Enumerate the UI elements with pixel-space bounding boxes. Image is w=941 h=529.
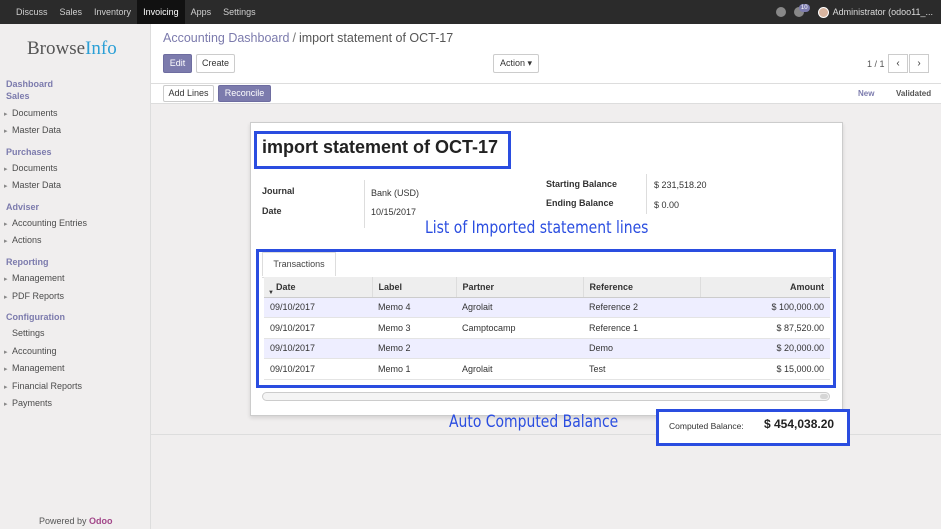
- journal-value[interactable]: Bank (USD): [371, 188, 419, 198]
- sidebar-item-settings[interactable]: Settings: [12, 328, 45, 338]
- breadcrumb-current: import statement of OCT-17: [298, 31, 454, 45]
- journal-label: Journal: [262, 186, 295, 196]
- caret-right-icon: ▸: [4, 111, 8, 118]
- messages-icon[interactable]: 10: [793, 4, 810, 17]
- date-label: Date: [262, 206, 282, 216]
- breadcrumb-separator: /: [292, 31, 296, 45]
- powered-by[interactable]: Powered by Odoo: [39, 516, 113, 526]
- reconcile-button[interactable]: Reconcile: [218, 85, 271, 102]
- sidebar-item-actions[interactable]: ▸ Actions: [4, 235, 42, 245]
- breadcrumb-parent[interactable]: Accounting Dashboard: [163, 31, 289, 45]
- control-panel: Accounting Dashboard / import statement of…: [151, 24, 941, 84]
- sidebar-heading-dashboard[interactable]: Dashboard: [6, 79, 53, 89]
- table-highlight-box: [256, 249, 836, 388]
- menu-discuss[interactable]: Discuss: [10, 0, 54, 24]
- ending-balance-value[interactable]: $ 0.00: [654, 200, 679, 210]
- pager-previous-button[interactable]: ‹: [888, 54, 908, 73]
- caret-right-icon: ▸: [4, 183, 8, 190]
- user-name: Administrator (odoo11_...: [832, 7, 933, 17]
- caret-right-icon: ▸: [4, 294, 8, 301]
- chevron-right-icon: ›: [917, 58, 921, 69]
- sidebar-item-financial-reports[interactable]: ▸ Financial Reports: [4, 381, 82, 391]
- sidebar-heading-reporting: Reporting: [6, 257, 49, 267]
- action-dropdown[interactable]: Action ▾: [493, 54, 539, 73]
- app-menu: Discuss Sales Inventory Invoicing Apps S…: [10, 0, 262, 24]
- sidebar-heading-purchases: Purchases: [6, 147, 52, 157]
- menu-sales[interactable]: Sales: [54, 0, 89, 24]
- sidebar-heading-sales: Sales: [6, 91, 30, 101]
- sidebar-heading-adviser: Adviser: [6, 202, 40, 212]
- sidebar-item-accounting-entries[interactable]: ▸ Accounting Entries: [4, 218, 87, 228]
- caret-right-icon: ▸: [4, 238, 8, 245]
- date-value[interactable]: 10/15/2017: [371, 207, 416, 217]
- sidebar-item-purchases-master-data[interactable]: ▸ Master Data: [4, 180, 61, 190]
- sidebar-item-sales-documents[interactable]: ▸ Documents: [4, 108, 58, 118]
- title-highlight-box: [254, 131, 511, 169]
- sidebar-item-config-management[interactable]: ▸ Management: [4, 363, 65, 373]
- caret-right-icon: ▸: [4, 349, 8, 356]
- statusbar: Add Lines Reconcile New Validated: [151, 84, 941, 104]
- menu-settings[interactable]: Settings: [217, 0, 262, 24]
- caret-right-icon: ▸: [4, 166, 8, 173]
- sidebar-item-sales-master-data[interactable]: ▸ Master Data: [4, 125, 61, 135]
- sidebar-heading-configuration: Configuration: [6, 312, 65, 322]
- caret-right-icon: ▸: [4, 276, 8, 283]
- avatar: [817, 6, 829, 18]
- caret-right-icon: ▸: [4, 401, 8, 408]
- chevron-left-icon: ‹: [896, 58, 900, 69]
- add-lines-button[interactable]: Add Lines: [163, 85, 214, 102]
- sidebar-item-accounting[interactable]: ▸ Accounting: [4, 346, 57, 356]
- list-caption: List of Imported statement lines: [425, 218, 649, 238]
- sidebar: BrowseInfo Dashboard Sales ▸ Documents ▸ M…: [0, 24, 151, 529]
- breadcrumb: Accounting Dashboard / import statement of…: [163, 31, 453, 45]
- horizontal-scrollbar[interactable]: [262, 392, 830, 401]
- edit-button[interactable]: Edit: [163, 54, 192, 73]
- field-divider: [364, 180, 365, 228]
- sidebar-item-purchases-documents[interactable]: ▸ Documents: [4, 163, 58, 173]
- starting-balance-label: Starting Balance: [546, 179, 618, 189]
- sidebar-item-payments[interactable]: ▸ Payments: [4, 398, 52, 408]
- menu-invoicing[interactable]: Invoicing: [137, 0, 185, 24]
- company-logo: BrowseInfo: [27, 38, 117, 59]
- pager-next-button[interactable]: ›: [909, 54, 929, 73]
- stage-new[interactable]: New: [858, 84, 874, 104]
- scrollbar-thumb[interactable]: [820, 394, 828, 399]
- starting-balance-value[interactable]: $ 231,518.20: [654, 180, 707, 190]
- ending-balance-label: Ending Balance: [546, 198, 614, 208]
- create-button[interactable]: Create: [196, 54, 235, 73]
- menu-inventory[interactable]: Inventory: [88, 0, 137, 24]
- user-menu[interactable]: Administrator (odoo11_...: [817, 6, 933, 18]
- caret-right-icon: ▸: [4, 128, 8, 135]
- caret-right-icon: ▸: [4, 384, 8, 391]
- balance-caption: Auto Computed Balance: [449, 412, 619, 432]
- sidebar-item-reporting-management[interactable]: ▸ Management: [4, 273, 65, 283]
- activity-icon[interactable]: [775, 7, 786, 17]
- messages-count: 10: [798, 4, 810, 12]
- caret-right-icon: ▸: [4, 366, 8, 373]
- balance-highlight-box: [656, 409, 850, 446]
- top-navbar: Discuss Sales Inventory Invoicing Apps S…: [0, 0, 941, 24]
- caret-right-icon: ▸: [4, 221, 8, 228]
- sidebar-item-pdf-reports[interactable]: ▸ PDF Reports: [4, 291, 64, 301]
- pager-value[interactable]: 1 / 1: [867, 59, 885, 69]
- field-divider: [646, 174, 647, 214]
- menu-apps[interactable]: Apps: [185, 0, 218, 24]
- stage-validated[interactable]: Validated: [896, 84, 931, 104]
